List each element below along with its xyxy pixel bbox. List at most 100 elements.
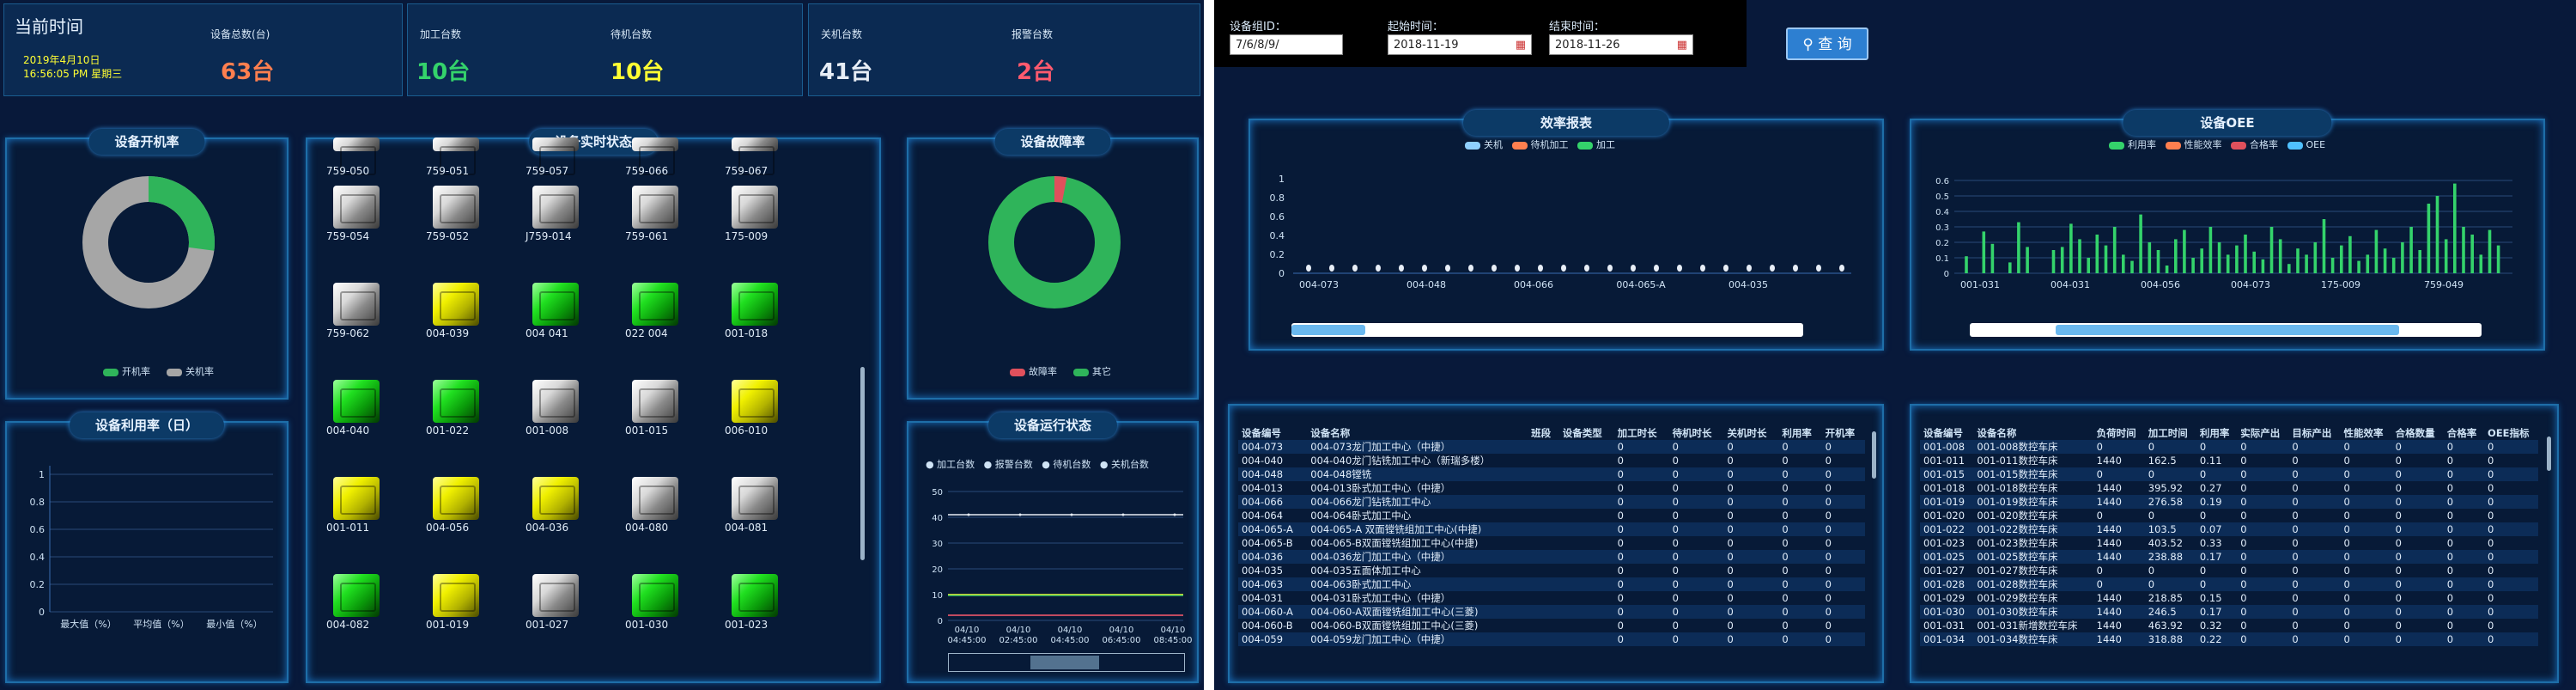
table-row[interactable]: 004-065-B 004-065-B双面镗铣组加工中心(中捷) 0 0 0 0 0 [1238,536,1865,550]
device-tile[interactable]: 001-019 [426,571,486,631]
table-cell: 004-036 [1238,550,1308,564]
table-cell: 238.88 [2144,550,2196,564]
table-row[interactable]: 004-060-A 004-060-A双面镗铣组加工中心(三菱) 0 0 0 0 0 [1238,605,1865,619]
query-button[interactable]: ⚲ 查 询 [1786,27,1868,60]
table-cell [1528,454,1559,467]
table-row[interactable]: 004-073 004-073龙门加工中心（中捷） 0 0 0 0 0 [1238,440,1865,454]
oee-bar [2409,227,2413,273]
table-row[interactable]: 004-013 004-013卧式加工中心（中捷） 0 0 0 0 0 [1238,481,1865,495]
device-tile[interactable]: 004-036 [526,473,586,534]
svg-text:0.3: 0.3 [1935,223,1949,233]
efficiency-scrollbar[interactable] [1291,323,1803,337]
device-tile[interactable]: J759-014 [526,182,586,242]
table-row[interactable]: 004-064 004-064卧式加工中心 0 0 0 0 0 [1238,509,1865,522]
table-row[interactable]: 004-036 004-036龙门加工中心（中捷） 0 0 0 0 0 [1238,550,1865,564]
device-tile[interactable]: 006-010 [725,376,785,437]
oee-bar [2496,245,2500,273]
column-header: 待机时长 [1672,427,1712,439]
table-row[interactable]: 001-031 001-031新增数控车床 1440 463.92 0.32 0 0 0 0 0 0 [1920,619,2538,632]
table-row[interactable]: 004-065-A 004-065-A 双面镗铣组加工中心(中捷) 0 0 0 0 0 [1238,522,1865,536]
device-tile[interactable]: 001-030 [625,571,685,631]
svg-text:004-073: 004-073 [1299,279,1339,290]
oee-bar [2078,239,2081,273]
utilization-panel: 设备利用率（日） 0 0.2 0.4 0.6 0.8 1 最大值（%） 平均值（… [5,412,289,683]
device-tile[interactable]: 759-062 [326,279,386,339]
table-row[interactable]: 001-023 001-023数控车床 1440 403.52 0.33 0 0 0 0 0 0 [1920,536,2538,550]
device-tile[interactable]: 004-040 [326,376,386,437]
table-row[interactable]: 004-063 004-063卧式加工中心 0 0 0 0 0 [1238,577,1865,591]
oee-bar [2330,258,2335,273]
device-tile[interactable]: 004-039 [426,279,486,339]
device-group-input[interactable]: 7/6/8/9/ [1230,34,1343,55]
device-tile[interactable]: 022 004 [625,279,685,339]
table-row[interactable]: 001-011 001-011数控车床 1440 162.5 0.11 0 0 0 0 0 0 [1920,454,2538,467]
scroll-thumb[interactable] [1291,325,1365,335]
table-scrollbar[interactable] [2547,437,2551,471]
table-cell: 0 [1668,605,1724,619]
table-row[interactable]: 004-048 004-048镗铣 0 0 0 0 0 [1238,467,1865,481]
table-row[interactable]: 004-060-B 004-060-B双面镗铣组加工中心(三菱) 0 0 0 0 0 [1238,619,1865,632]
start-time-input[interactable]: 2018-11-19 ▦ [1388,34,1532,55]
device-tile[interactable]: 004-056 [426,473,486,534]
table-row[interactable]: 001-022 001-022数控车床 1440 103.5 0.07 0 0 0 0 0 0 [1920,522,2538,536]
table-cell: 0 [2395,455,2402,467]
table-cell: 0 [2391,605,2444,619]
table-row[interactable]: 001-025 001-025数控车床 1440 238.88 0.17 0 0 0 0 0 0 [1920,550,2538,564]
device-tile[interactable]: 001-008 [526,376,586,437]
device-tile[interactable]: 004-080 [625,473,685,534]
machine-icon [632,380,678,423]
table-row[interactable]: 004-040 004-040龙门钻铣加工中心（新瑞多楼） 0 0 0 0 0 [1238,454,1865,467]
table-row[interactable]: 001-029 001-029数控车床 1440 218.85 0.15 0 0 0 0 0 0 [1920,591,2538,605]
svg-text:0.6: 0.6 [1270,211,1285,223]
table-cell: 0 [2391,467,2444,481]
table-row[interactable]: 004-031 004-031卧式加工中心（中捷） 0 0 0 0 0 [1238,591,1865,605]
device-tile[interactable]: 759-054 [326,182,386,242]
device-tile[interactable]: 175-009 [725,182,785,242]
table-row[interactable]: 001-030 001-030数控车床 1440 246.5 0.17 0 0 0 0 0 0 [1920,605,2538,619]
table-cell: 001-030 [1920,605,1974,619]
table-row[interactable]: 004-066 004-066龙门钻铣加工中心 0 0 0 0 0 [1238,495,1865,509]
device-tile[interactable]: 759-052 [426,182,486,242]
end-time-input[interactable]: 2018-11-26 ▦ [1549,34,1693,55]
table-row[interactable]: 001-019 001-019数控车床 1440 276.58 0.19 0 0 0 0 0 0 [1920,495,2538,509]
efficiency-point [1631,265,1636,272]
table-cell: 0 [2343,482,2350,494]
table-cell: 0 [2340,467,2392,481]
table-row[interactable]: 001-034 001-034数控车床 1440 318.88 0.22 0 0 0 0 0 0 [1920,632,2538,646]
zoom-handle[interactable] [1030,656,1099,669]
table-cell: 0 [2395,510,2402,522]
kpi-alarm-label: 报警台数 [1012,28,1054,40]
oee-bar [2174,239,2178,273]
table-cell: 162.5 [2148,455,2177,467]
util-xtick: 最小值（%） [206,619,262,630]
efficiency-point [1654,265,1659,272]
table-row[interactable]: 004-035 004-035五面体加工中心 0 0 0 0 0 [1238,564,1865,577]
svg-text:175-009: 175-009 [2321,279,2360,290]
table-row[interactable]: 001-027 001-027数控车床 0 0 0 0 0 0 0 0 0 [1920,564,2538,577]
realtime-scrollbar[interactable] [860,367,865,560]
table-cell: 0 [2240,510,2247,522]
device-tile[interactable]: 001-023 [725,571,785,631]
scroll-thumb[interactable] [2056,325,2399,335]
device-tile[interactable]: 001-011 [326,473,386,534]
device-tile[interactable]: 759-061 [625,182,685,242]
run-status-zoom-slider[interactable] [948,653,1185,672]
machine-icon [433,574,479,617]
device-tile[interactable]: 004-082 [326,571,386,631]
table-row[interactable]: 001-028 001-028数控车床 0 0 0 0 0 0 0 0 0 [1920,577,2538,591]
device-tile[interactable]: 004-081 [725,473,785,534]
machine-icon [632,283,678,326]
device-tile[interactable]: 001-018 [725,279,785,339]
oee-scrollbar[interactable] [1970,323,2482,337]
table-row[interactable]: 001-018 001-018数控车床 1440 395.92 0.27 0 0 0 0 0 0 [1920,481,2538,495]
table-row[interactable]: 004-059 004-059龙门加工中心（中捷） 0 0 0 0 0 [1238,632,1865,646]
device-tile[interactable]: 004 041 [526,279,586,339]
device-tile[interactable]: 001-022 [426,376,486,437]
device-tile[interactable]: 001-015 [625,376,685,437]
table-row[interactable]: 001-008 001-008数控车床 0 0 0 0 0 0 0 0 0 [1920,440,2538,454]
efficiency-point [1445,265,1450,272]
table-row[interactable]: 001-020 001-020数控车床 0 0 0 0 0 0 0 0 0 [1920,509,2538,522]
table-row[interactable]: 001-015 001-015数控车床 0 0 0 0 0 0 0 0 0 [1920,467,2538,481]
device-tile[interactable]: 001-027 [526,571,586,631]
table-scrollbar[interactable] [1872,431,1876,479]
